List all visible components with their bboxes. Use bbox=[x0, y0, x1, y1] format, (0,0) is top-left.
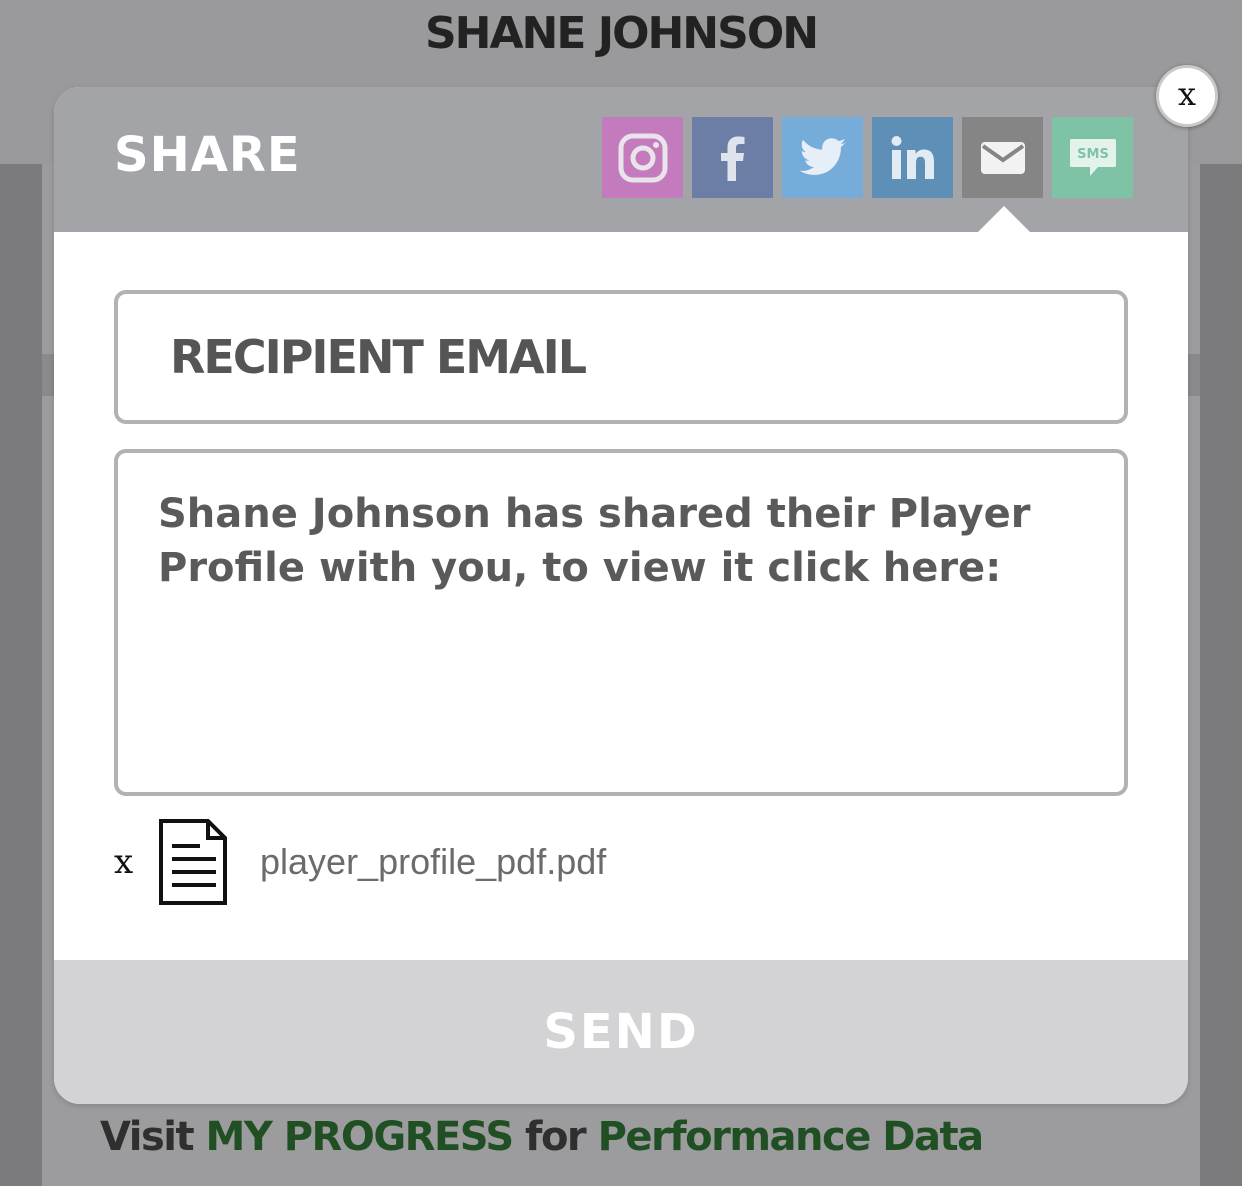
close-icon: x bbox=[1177, 75, 1197, 113]
document-icon bbox=[159, 819, 227, 905]
share-options: SMS bbox=[602, 117, 1133, 198]
share-facebook-button[interactable] bbox=[692, 117, 773, 198]
attachment-filename: player_profile_pdf.pdf bbox=[260, 841, 607, 882]
attachment-row: x player_profile_pdf.pdf bbox=[114, 818, 606, 906]
share-modal: SHARE SMS RECIPIENT EMAIL Shane Johnson … bbox=[54, 87, 1188, 1104]
share-title: SHARE bbox=[114, 127, 301, 183]
linkedin-icon bbox=[891, 135, 934, 179]
recipient-email-input[interactable] bbox=[114, 290, 1128, 424]
remove-attachment-button[interactable]: x bbox=[114, 842, 154, 882]
message-textarea[interactable]: Shane Johnson has shared their Player Pr… bbox=[114, 449, 1128, 796]
performance-data-link[interactable]: Performance Data bbox=[598, 1114, 985, 1160]
email-form: Shane Johnson has shared their Player Pr… bbox=[54, 232, 1188, 960]
page-margin-right bbox=[1200, 164, 1242, 1186]
close-modal-button[interactable]: x bbox=[1156, 65, 1218, 127]
sms-icon-label: SMS bbox=[1077, 147, 1109, 162]
send-label: SEND bbox=[543, 1004, 699, 1060]
send-button[interactable]: SEND bbox=[54, 960, 1188, 1104]
instagram-icon bbox=[618, 133, 667, 182]
progress-prompt-middle: for bbox=[512, 1114, 598, 1160]
share-sms-button[interactable]: SMS bbox=[1052, 117, 1133, 198]
share-twitter-button[interactable] bbox=[782, 117, 863, 198]
facebook-icon bbox=[720, 136, 744, 181]
share-linkedin-button[interactable] bbox=[872, 117, 953, 198]
sms-icon: SMS bbox=[1069, 138, 1116, 176]
progress-prompt-prefix: Visit bbox=[100, 1114, 206, 1160]
twitter-icon bbox=[799, 137, 846, 175]
share-modal-header: SHARE SMS bbox=[54, 87, 1188, 233]
share-email-button[interactable] bbox=[962, 117, 1043, 198]
progress-prompt: Visit MY PROGRESS for Performance Data bbox=[100, 1114, 985, 1160]
selected-option-pointer bbox=[977, 206, 1031, 233]
page-margin-left bbox=[0, 164, 42, 1186]
profile-name: SHANE JOHNSON bbox=[424, 8, 819, 59]
envelope-icon bbox=[980, 141, 1025, 174]
my-progress-link[interactable]: MY PROGRESS bbox=[206, 1114, 515, 1160]
share-instagram-button[interactable] bbox=[602, 117, 683, 198]
